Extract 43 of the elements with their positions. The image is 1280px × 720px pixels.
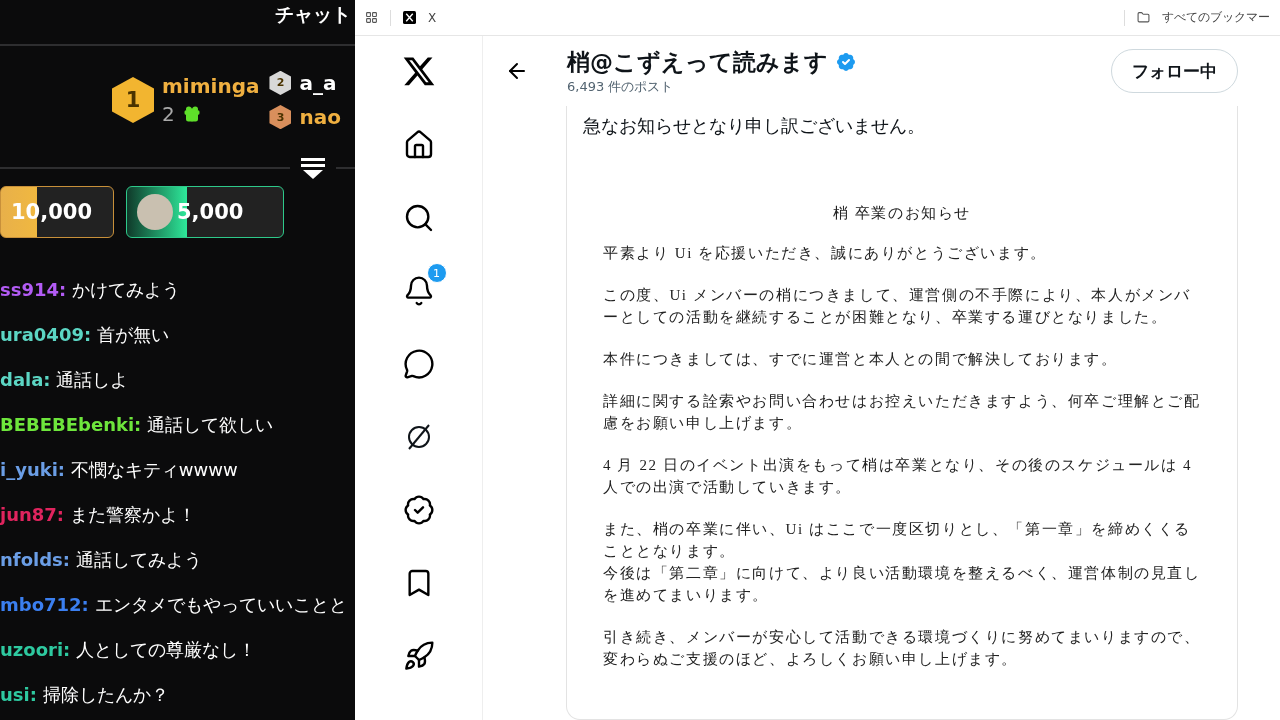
gift-icon [182,105,201,123]
rocket-icon[interactable] [402,640,435,672]
chat-title: チャット [275,2,351,27]
document-paragraph: 今後は「第二章」に向けて、より良い活動環境を整えるべく、運営体制の見直しを進めてまいります。 [603,564,1201,605]
notification-count-badge: 1 [426,263,447,283]
document-paragraph: 4 月 22 日のイベント出演をもって梢は卒業となり、その後のスケジュールは 4 人での出演で活動していきます。 [603,456,1193,497]
following-button[interactable]: フォロー中 [1111,49,1238,93]
chat-message: BEBEBEbenki: 通話して欲しい [0,413,275,437]
document-paragraph: この度、Ui メンバーの梢につきまして、運営側の不手際により、本人がメンバーとしての活動を継続することが困難となり、卒業する運びとなりました。 [603,286,1192,327]
post-text: 急なお知らせとなり申し訳ございません。 [583,114,926,138]
profile-name: 梢@こずえって読みます [567,47,828,77]
document-paragraph: また、梢の卒業に伴い、Ui はここで一度区切りとし、「第一章」を締めくくることとなります。 [603,520,1192,561]
chat-message: ura0409: 首が無い [0,323,170,347]
chat-message: mbo712: エンタメでもやっていいことと [0,593,348,617]
rank-badge: 3 [269,105,292,130]
gift-count: 2 [162,102,175,126]
gifter-name: miminga [162,74,260,98]
post-count: 6,493 件のポスト [567,77,675,96]
document-title: 梢 卒業のお知らせ [831,204,973,223]
avatar-placeholder [137,194,173,230]
apps-grid-icon[interactable] [365,11,378,24]
verified-icon[interactable] [402,494,435,526]
gifter-name: a_a [299,70,337,95]
filter-icon[interactable] [300,156,326,180]
message-icon[interactable] [402,348,435,380]
chat-message: i_yuki: 不憫なキティwwww [0,458,239,482]
chat-message: jun87: また警察かよ！ [0,503,197,527]
bookmark-link[interactable]: X [428,10,437,25]
rank-badge: 2 [269,70,292,95]
document-paragraph: 引き続き、メンバーが安心して活動できる環境づくりに努めてまいりますので、変わらぬご支援のほど、よろしくお願い申し上げます。 [603,628,1201,669]
chat-message: dala: 通話しよ [0,368,130,392]
chat-message: uzoori: 人としての尊厳なし！ [0,638,257,662]
chat-message: nfolds: 通話してみよう [0,548,203,572]
chat-message: ss914: かけてみよう [0,278,181,302]
document-paragraph: 詳細に関する詮索やお問い合わせはお控えいただきますよう、何卒ご理解とご配慮をお願い申し上げます。 [603,392,1201,433]
gifter-name: nao [299,105,341,130]
bookmarks-link[interactable]: すべてのブックマー [1162,9,1270,26]
document-paragraph: 本件につきましては、すでに運営と本人との間で解決しております。 [603,350,1119,369]
chat-message: usi: 掃除したんか？ [0,683,170,707]
rank-badge: 1 [112,76,154,124]
document-paragraph: 平素より Ui を応援いただき、誠にありがとうございます。 [603,244,1048,263]
folder-icon [1137,11,1150,24]
x-favicon-icon [403,11,416,24]
